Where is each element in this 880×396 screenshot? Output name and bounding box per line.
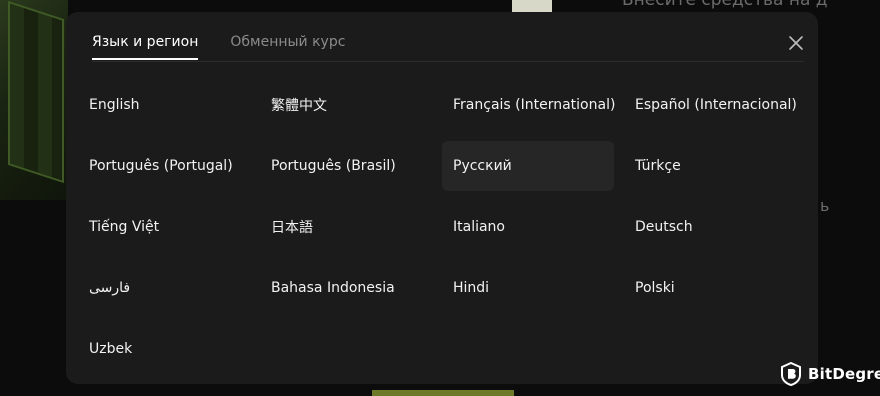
- language-option-russian[interactable]: Русский: [442, 141, 614, 191]
- language-option-hindi[interactable]: Hindi: [442, 263, 614, 313]
- language-option-spanish[interactable]: Español (Internacional): [624, 80, 797, 130]
- language-option-traditional-chinese[interactable]: 繁體中文: [260, 80, 432, 130]
- bitdegree-watermark: BitDegree: [780, 362, 880, 386]
- language-option-vietnamese[interactable]: Tiếng Việt: [78, 202, 250, 252]
- language-region-modal: Язык и регион Обменный курс English 繁體中文…: [66, 12, 818, 384]
- close-icon: [789, 36, 803, 50]
- language-option-uzbek[interactable]: Uzbek: [78, 324, 250, 374]
- background-button: [372, 390, 514, 396]
- modal-tabs: Язык и регион Обменный курс: [92, 34, 345, 62]
- language-option-japanese[interactable]: 日本語: [260, 202, 432, 252]
- watermark-text: BitDegree: [808, 365, 880, 383]
- language-option-portuguese-portugal[interactable]: Português (Portugal): [78, 141, 250, 191]
- background-heading: Внесите средства на д: [622, 0, 828, 10]
- language-list: English 繁體中文 Français (International) Es…: [78, 76, 806, 381]
- language-option-french[interactable]: Français (International): [442, 80, 615, 130]
- tabs-divider: [92, 61, 804, 62]
- language-option-persian[interactable]: فارسی: [78, 263, 250, 313]
- bitdegree-logo-icon: [780, 362, 802, 386]
- language-option-indonesian[interactable]: Bahasa Indonesia: [260, 263, 432, 313]
- tab-language-region[interactable]: Язык и регион: [92, 34, 199, 60]
- tab-exchange-rate[interactable]: Обменный курс: [230, 34, 345, 58]
- close-button[interactable]: [786, 33, 806, 53]
- background-text: ь: [820, 196, 830, 215]
- background-graphic: [512, 0, 552, 12]
- screen: Внесите средства на д ь Язык и регион Об…: [0, 0, 880, 396]
- language-option-italian[interactable]: Italiano: [442, 202, 614, 252]
- language-option-polish[interactable]: Polski: [624, 263, 796, 313]
- language-option-german[interactable]: Deutsch: [624, 202, 796, 252]
- language-option-english[interactable]: English: [78, 80, 250, 130]
- background-illustration: [0, 0, 68, 200]
- language-option-portuguese-brasil[interactable]: Português (Brasil): [260, 141, 432, 191]
- language-option-turkish[interactable]: Türkçe: [624, 141, 796, 191]
